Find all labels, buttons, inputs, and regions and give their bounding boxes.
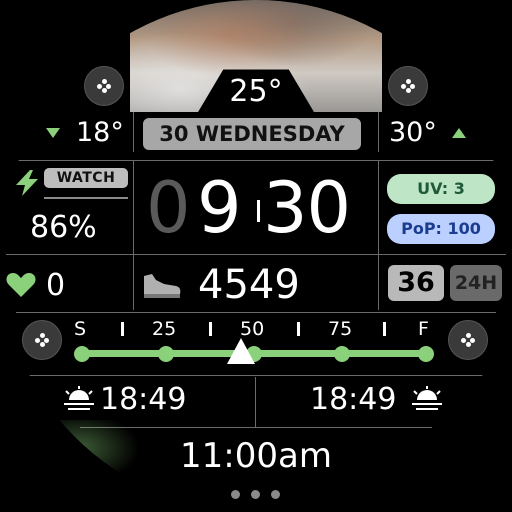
page-dot (231, 490, 240, 499)
page-indicator[interactable] (0, 0, 512, 512)
page-dot (251, 490, 260, 499)
page-dot (271, 490, 280, 499)
watch-face: 25° 18° 30 WEDNESDAY 30° WATCH 86% 0 9 3… (0, 0, 512, 512)
